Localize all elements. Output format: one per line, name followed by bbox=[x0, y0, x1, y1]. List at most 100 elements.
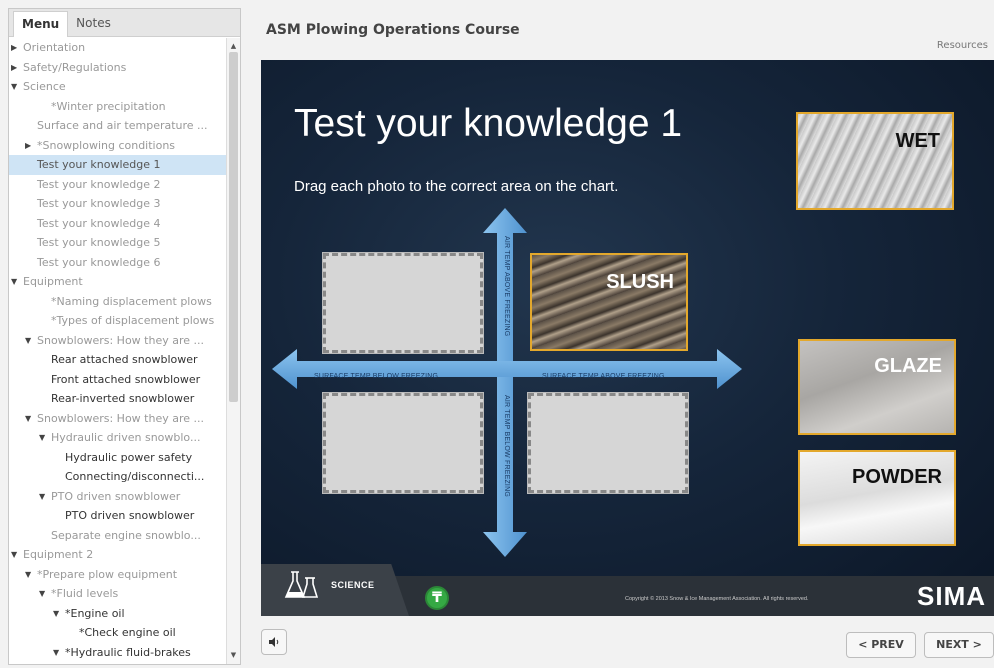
audio-button[interactable] bbox=[261, 629, 287, 655]
menu-item[interactable]: Surface and air temperature ... bbox=[9, 116, 226, 136]
menu-item-label: *Naming displacement plows bbox=[51, 294, 212, 308]
expand-down-icon[interactable]: ▼ bbox=[53, 604, 59, 624]
menu-item[interactable]: ▼ Snowblowers: How they are ... bbox=[9, 331, 226, 351]
menu-tree: ▶ Orientation ▶ Safety/Regulations ▼ Science *… bbox=[9, 38, 226, 664]
photo-glaze[interactable]: GLAZE bbox=[798, 339, 956, 435]
menu-item-label: PTO driven snowblower bbox=[65, 509, 195, 522]
expand-right-icon[interactable]: ▶ bbox=[25, 136, 31, 156]
menu-item[interactable]: Rear-inverted snowblower bbox=[9, 389, 226, 409]
expand-down-icon[interactable]: ▼ bbox=[25, 565, 31, 585]
menu-item-label: Hydraulic driven snowblo... bbox=[51, 431, 201, 444]
menu-item-label: Safety/Regulations bbox=[23, 60, 127, 74]
menu-item[interactable]: ▶ Safety/Regulations bbox=[9, 58, 226, 78]
expand-down-icon[interactable]: ▼ bbox=[11, 545, 17, 565]
menu-item-label: Test your knowledge 5 bbox=[37, 236, 161, 249]
menu-item-label: *Check engine oil bbox=[79, 626, 176, 639]
menu-item[interactable]: Test your knowledge 1 bbox=[9, 155, 226, 175]
menu-item[interactable]: Test your knowledge 4 bbox=[9, 214, 226, 234]
menu-item-label: Test your knowledge 1 bbox=[37, 158, 161, 171]
sima-logo: SIMA bbox=[917, 581, 986, 611]
menu-item-label: Orientation bbox=[23, 41, 86, 54]
expand-down-icon[interactable]: ▼ bbox=[53, 643, 59, 663]
expand-right-icon[interactable]: ▶ bbox=[11, 58, 17, 78]
menu-item-label: Snowblowers: How they are ... bbox=[37, 411, 204, 425]
expand-down-icon[interactable]: ▼ bbox=[39, 487, 45, 507]
menu-item[interactable]: *Checking hydraulic f... bbox=[9, 662, 226, 664]
scroll-thumb[interactable] bbox=[229, 52, 238, 402]
dropzone-bottom-right[interactable] bbox=[527, 392, 689, 494]
menu-item[interactable]: Front attached snowblower bbox=[9, 370, 226, 390]
photo-powder[interactable]: POWDER bbox=[798, 450, 956, 546]
dropzone-top-left[interactable] bbox=[322, 252, 484, 354]
photo-wet[interactable]: WET bbox=[796, 112, 954, 210]
scroll-down-icon[interactable]: ▼ bbox=[227, 649, 240, 662]
tab-notes[interactable]: Notes bbox=[68, 11, 119, 36]
resources-link[interactable]: Resources bbox=[937, 40, 988, 51]
menu-item-label: *Winter precipitation bbox=[51, 99, 166, 113]
menu-item[interactable]: Test your knowledge 6 bbox=[9, 253, 226, 273]
photo-label-wet: WET bbox=[895, 130, 940, 152]
filter-icon[interactable]: ₸ bbox=[425, 586, 449, 610]
expand-down-icon[interactable]: ▼ bbox=[11, 272, 17, 292]
expand-down-icon[interactable]: ▼ bbox=[25, 331, 31, 351]
expand-down-icon[interactable]: ▼ bbox=[39, 428, 45, 448]
menu-item[interactable]: ▼ *Hydraulic fluid-brakes bbox=[9, 643, 226, 663]
photo-slush[interactable]: SLUSH bbox=[530, 253, 688, 351]
menu-item[interactable]: ▼ Science bbox=[9, 77, 226, 97]
menu-item[interactable]: ▼ Hydraulic driven snowblo... bbox=[9, 428, 226, 448]
axis-label-left: SURFACE TEMP BELOW FREEZING bbox=[314, 373, 439, 380]
axis-label-right: SURFACE TEMP ABOVE FREEZING bbox=[542, 373, 665, 380]
menu-item[interactable]: Hydraulic power safety bbox=[9, 448, 226, 468]
menu-item[interactable]: *Check engine oil bbox=[9, 623, 226, 643]
menu-item[interactable]: Connecting/disconnecti... bbox=[9, 467, 226, 487]
next-button[interactable]: NEXT > bbox=[924, 632, 994, 658]
tab-menu[interactable]: Menu bbox=[13, 11, 69, 37]
menu-item[interactable]: Rear attached snowblower bbox=[9, 350, 226, 370]
prev-button[interactable]: < PREV bbox=[846, 632, 916, 658]
menu-item[interactable]: ▶ *Snowplowing conditions bbox=[9, 136, 226, 156]
expand-down-icon[interactable]: ▼ bbox=[39, 584, 45, 604]
menu-item-label: *Prepare plow equipment bbox=[37, 567, 178, 581]
menu-item[interactable]: ▼ PTO driven snowblower bbox=[9, 487, 226, 507]
copyright-text: Copyright © 2013 Snow & Ice Management A… bbox=[625, 596, 809, 602]
menu-item[interactable]: ▼ *Prepare plow equipment bbox=[9, 565, 226, 585]
menu-item[interactable]: *Naming displacement plows bbox=[9, 292, 226, 312]
menu-item-label: Snowblowers: How they are ... bbox=[37, 333, 204, 347]
menu-item[interactable]: ▼ Equipment 2 bbox=[9, 545, 226, 565]
menu-item[interactable]: *Winter precipitation bbox=[9, 97, 226, 117]
menu-item-label: Rear-inverted snowblower bbox=[51, 392, 195, 405]
sidebar: Menu Notes ▶ Orientation ▶ Safety/Regulatio… bbox=[8, 8, 241, 665]
menu-item[interactable]: ▶ Orientation bbox=[9, 38, 226, 58]
menu-item[interactable]: Separate engine snowblo... bbox=[9, 526, 226, 546]
menu-item-label: PTO driven snowblower bbox=[51, 489, 181, 503]
dropzone-bottom-left[interactable] bbox=[322, 392, 484, 494]
menu-item[interactable]: ▼ *Fluid levels bbox=[9, 584, 226, 604]
expand-right-icon[interactable]: ▶ bbox=[11, 38, 17, 58]
flask-icon bbox=[284, 571, 319, 598]
expand-down-icon[interactable]: ▼ bbox=[25, 409, 31, 429]
speaker-icon bbox=[269, 637, 279, 647]
menu-item[interactable]: Test your knowledge 3 bbox=[9, 194, 226, 214]
menu-item-label: *Snowplowing conditions bbox=[37, 138, 176, 152]
section-label: SCIENCE bbox=[331, 580, 375, 590]
menu-item-label: Test your knowledge 2 bbox=[37, 177, 161, 191]
axis-label-top: AIR TEMP ABOVE FREEZING bbox=[503, 236, 510, 337]
menu-item-label: *Hydraulic fluid-brakes bbox=[65, 645, 191, 659]
sidebar-scrollbar[interactable]: ▲ ▼ bbox=[226, 38, 240, 664]
axis-label-bottom: AIR TEMP BELOW FREEZING bbox=[503, 395, 510, 497]
menu-item[interactable]: ▼ Equipment bbox=[9, 272, 226, 292]
menu-item[interactable]: Test your knowledge 5 bbox=[9, 233, 226, 253]
menu-item[interactable]: *Types of displacement plows bbox=[9, 311, 226, 331]
menu-item[interactable]: ▼ Snowblowers: How they are ... bbox=[9, 409, 226, 429]
menu-item-label: Separate engine snowblo... bbox=[51, 528, 201, 542]
slide-stage: Test your knowledge 1 Drag each photo to… bbox=[261, 60, 994, 616]
photo-label-glaze: GLAZE bbox=[874, 355, 942, 377]
menu-item-label: Test your knowledge 3 bbox=[37, 197, 161, 210]
menu-item[interactable]: Test your knowledge 2 bbox=[9, 175, 226, 195]
menu-item[interactable]: PTO driven snowblower bbox=[9, 506, 226, 526]
photo-label-slush: SLUSH bbox=[606, 271, 674, 293]
menu-item[interactable]: ▼ *Engine oil bbox=[9, 604, 226, 624]
expand-down-icon[interactable]: ▼ bbox=[11, 77, 17, 97]
menu-item-label: Equipment 2 bbox=[23, 548, 94, 561]
menu-item-label: Test your knowledge 6 bbox=[37, 255, 161, 269]
